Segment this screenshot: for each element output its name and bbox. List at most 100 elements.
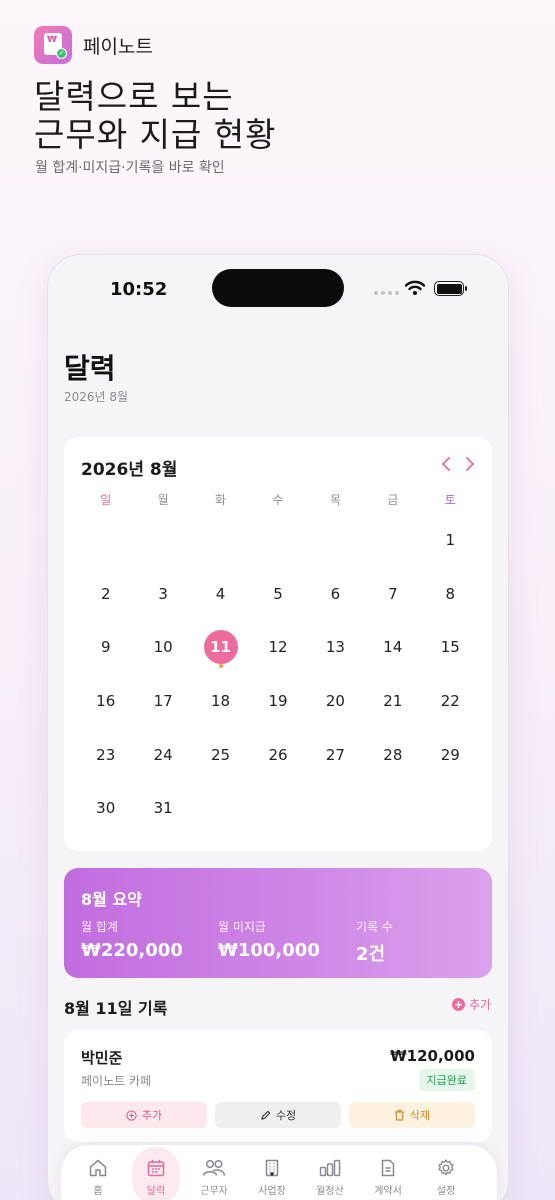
summary-total-label: 월 합계 xyxy=(81,920,118,934)
calendar-day-number: 21 xyxy=(383,691,403,710)
tab-calendar[interactable]: 달력 xyxy=(127,1145,185,1200)
calendar-day[interactable]: 21 xyxy=(364,674,421,728)
tab-settings-label: 설정 xyxy=(436,1185,456,1197)
calendar-day[interactable]: 10 xyxy=(134,620,191,674)
calendar-day-number: 17 xyxy=(153,691,173,710)
tab-workplace[interactable]: 사업장 xyxy=(243,1145,301,1200)
calendar-day[interactable]: 23 xyxy=(77,728,134,782)
calendar-day-number: 8 xyxy=(445,584,456,603)
calendar-day[interactable]: 3 xyxy=(134,567,191,621)
calendar-day-number: 12 xyxy=(268,638,288,657)
calendar-day-today[interactable]: 11 xyxy=(192,620,249,674)
calendar-day-number: 19 xyxy=(268,691,288,710)
calendar-day[interactable]: 28 xyxy=(364,728,421,782)
calendar-day[interactable]: 24 xyxy=(134,728,191,782)
hero-title: 달력으로 보는 근무와 지급 현황 xyxy=(34,78,514,154)
calendar-day-number: 28 xyxy=(383,745,403,764)
summary-title: 8월 요약 xyxy=(81,890,142,909)
calendar-empty-cell xyxy=(192,513,249,567)
summary-count-label: 기록 수 xyxy=(356,920,393,934)
calendar-day-number: 31 xyxy=(153,799,173,818)
battery-icon xyxy=(434,281,467,296)
weekday-label: 목 xyxy=(329,493,341,507)
tab-home[interactable]: 홈 xyxy=(69,1145,127,1200)
calendar-day[interactable]: 9 xyxy=(77,620,134,674)
tab-monthly-settlement[interactable]: 월정산 xyxy=(301,1145,359,1200)
weekday-label: 일 xyxy=(100,493,112,507)
calendar-day[interactable]: 4 xyxy=(192,567,249,621)
calendar-day[interactable]: 14 xyxy=(364,620,421,674)
calendar-day-number: 10 xyxy=(153,638,173,657)
hero-title-line2: 근무와 지급 현황 xyxy=(34,115,277,154)
next-month-button[interactable] xyxy=(460,453,480,475)
calendar-day-number: 3 xyxy=(158,584,168,603)
calendar-day[interactable]: 8 xyxy=(422,567,479,621)
calendar-day[interactable]: 15 xyxy=(422,620,479,674)
brand: ₩ ✓ 페이노트 xyxy=(34,26,153,64)
calendar-empty-cell xyxy=(77,513,134,567)
calendar-day[interactable]: 27 xyxy=(307,728,364,782)
calendar-day[interactable]: 25 xyxy=(192,728,249,782)
calendar-day[interactable]: 17 xyxy=(134,674,191,728)
chevron-left-icon xyxy=(442,457,450,471)
calendar-day-number: 24 xyxy=(153,745,173,764)
hero-title-line1: 달력으로 보는 xyxy=(34,77,234,116)
signal-icon xyxy=(374,291,399,295)
weekday-label: 화 xyxy=(215,493,227,507)
calendar-day[interactable]: 20 xyxy=(307,674,364,728)
calendar-day[interactable]: 13 xyxy=(307,620,364,674)
record-add-button[interactable]: 추가 xyxy=(81,1102,207,1128)
calendar-day[interactable]: 22 xyxy=(422,674,479,728)
calendar-day[interactable]: 26 xyxy=(249,728,306,782)
brand-name: 페이노트 xyxy=(83,35,153,58)
tab-bar: 홈 달력 근무자 사업장 월정산 계약서 설정 xyxy=(61,1145,497,1200)
phone-frame: 10:52 달력 2026년 8월 2026년 8월 일 월 화 수 목 금 토… xyxy=(47,254,509,1200)
summary-total-value: ₩220,000 xyxy=(81,940,183,961)
calendar-day[interactable]: 16 xyxy=(77,674,134,728)
calendar-card: 2026년 8월 일 월 화 수 목 금 토 1 2 3 4 5 6 7 8 9 10 11 12 13… xyxy=(64,437,492,851)
calendar-day[interactable]: 1 xyxy=(422,513,479,567)
calendar-day-number: 15 xyxy=(440,638,460,657)
home-icon xyxy=(89,1159,107,1176)
document-icon xyxy=(381,1159,395,1176)
calendar-grid: 일 월 화 수 목 금 토 1 2 3 4 5 6 7 8 9 10 11 12 13 14 15 16 17 1… xyxy=(77,487,479,835)
calendar-day-number: 7 xyxy=(388,584,398,603)
add-record-button[interactable]: + 추가 xyxy=(452,996,491,1013)
calendar-day[interactable]: 6 xyxy=(307,567,364,621)
month-summary-card: 8월 요약 월 합계 ₩220,000 월 미지급 ₩100,000 기록 수 … xyxy=(64,868,492,978)
calendar-day[interactable]: 29 xyxy=(422,728,479,782)
prev-month-button[interactable] xyxy=(436,453,456,475)
tab-workers[interactable]: 근무자 xyxy=(185,1145,243,1200)
trash-icon xyxy=(394,1109,405,1121)
calendar-day[interactable]: 7 xyxy=(364,567,421,621)
calendar-day[interactable]: 31 xyxy=(134,781,191,835)
tab-contracts[interactable]: 계약서 xyxy=(359,1145,417,1200)
record-amount: ₩120,000 xyxy=(390,1047,475,1065)
record-add-label: 추가 xyxy=(141,1109,163,1122)
dynamic-island xyxy=(212,269,344,307)
app-logo-icon: ₩ ✓ xyxy=(34,26,72,64)
calendar-day[interactable]: 18 xyxy=(192,674,249,728)
calendar-day[interactable]: 12 xyxy=(249,620,306,674)
calendar-day[interactable]: 5 xyxy=(249,567,306,621)
calendar-day-number: 26 xyxy=(268,745,288,764)
calendar-day-number: 25 xyxy=(211,745,231,764)
status-bar: 10:52 xyxy=(48,255,508,315)
record-edit-button[interactable]: 수정 xyxy=(215,1102,341,1128)
status-badge: 지급완료 xyxy=(418,1069,475,1091)
records-title: 8월 11일 기록 xyxy=(64,999,168,1018)
people-icon xyxy=(202,1159,226,1176)
calendar-day[interactable]: 2 xyxy=(77,567,134,621)
calendar-day[interactable]: 30 xyxy=(77,781,134,835)
summary-total: 월 합계 ₩220,000 xyxy=(81,918,183,961)
calendar-day-number: 16 xyxy=(96,691,116,710)
record-delete-button[interactable]: 삭제 xyxy=(349,1102,475,1128)
summary-count: 기록 수 2건 xyxy=(356,918,393,966)
calendar-day[interactable]: 19 xyxy=(249,674,306,728)
plus-circle-icon: + xyxy=(452,998,465,1011)
calendar-day-number: 20 xyxy=(325,691,345,710)
record-card[interactable]: 박민준 페이노트 카페 ₩120,000 지급완료 추가 수정 삭제 xyxy=(64,1030,492,1142)
calendar-day-number: 18 xyxy=(211,691,231,710)
tab-settings[interactable]: 설정 xyxy=(417,1145,475,1200)
page-subtitle: 2026년 8월 xyxy=(64,390,129,404)
